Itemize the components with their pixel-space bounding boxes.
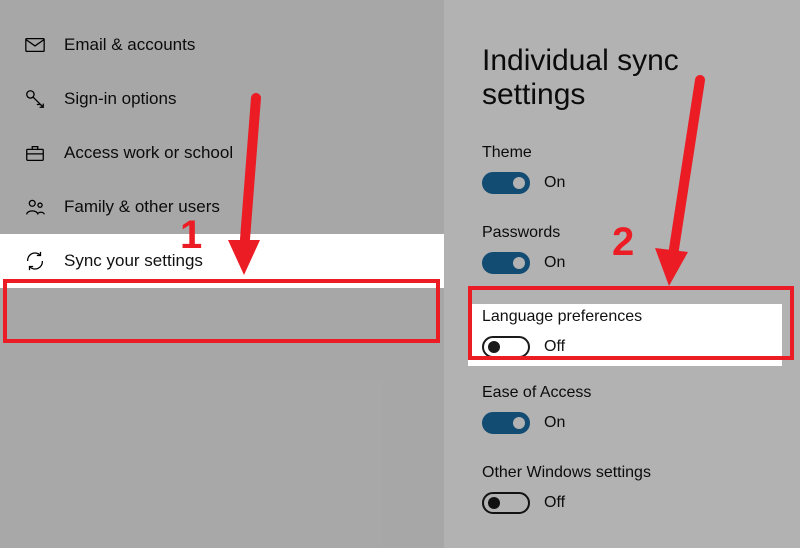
- nav-item-label: Email & accounts: [64, 35, 195, 55]
- setting-language: Language preferences Off: [468, 304, 782, 366]
- toggle-theme[interactable]: [482, 172, 530, 194]
- setting-label: Theme: [482, 144, 782, 162]
- nav-item-label: Access work or school: [64, 143, 233, 163]
- pane-heading: Individual sync settings: [482, 44, 782, 112]
- sync-icon: [24, 250, 46, 272]
- setting-label: Passwords: [482, 224, 782, 242]
- toggle-state: On: [544, 254, 565, 272]
- setting-label: Ease of Access: [482, 384, 782, 402]
- mail-icon: [24, 34, 46, 56]
- nav-item-label: Sign-in options: [64, 89, 176, 109]
- toggle-state: Off: [544, 494, 565, 512]
- toggle-passwords[interactable]: [482, 252, 530, 274]
- setting-passwords: Passwords On: [482, 224, 782, 274]
- nav-item-email[interactable]: Email & accounts: [0, 18, 444, 72]
- toggle-state: Off: [544, 338, 565, 356]
- toggle-state: On: [544, 414, 565, 432]
- nav-item-family[interactable]: Family & other users: [0, 180, 444, 234]
- setting-theme: Theme On: [482, 144, 782, 194]
- settings-pane: Individual sync settings Theme On Passwo…: [444, 0, 800, 548]
- nav-item-sync[interactable]: Sync your settings: [0, 234, 444, 288]
- people-icon: [24, 196, 46, 218]
- toggle-ease[interactable]: [482, 412, 530, 434]
- setting-label: Language preferences: [482, 308, 782, 326]
- setting-other: Other Windows settings Off: [482, 464, 782, 514]
- settings-nav: Email & accounts Sign-in options Access …: [0, 0, 444, 548]
- toggle-state: On: [544, 174, 565, 192]
- toggle-language[interactable]: [482, 336, 530, 358]
- briefcase-icon: [24, 142, 46, 164]
- setting-ease: Ease of Access On: [482, 384, 782, 434]
- setting-label: Other Windows settings: [482, 464, 782, 482]
- nav-item-signin[interactable]: Sign-in options: [0, 72, 444, 126]
- nav-item-label: Sync your settings: [64, 251, 203, 271]
- nav-item-work[interactable]: Access work or school: [0, 126, 444, 180]
- nav-item-label: Family & other users: [64, 197, 220, 217]
- key-icon: [24, 88, 46, 110]
- toggle-other[interactable]: [482, 492, 530, 514]
